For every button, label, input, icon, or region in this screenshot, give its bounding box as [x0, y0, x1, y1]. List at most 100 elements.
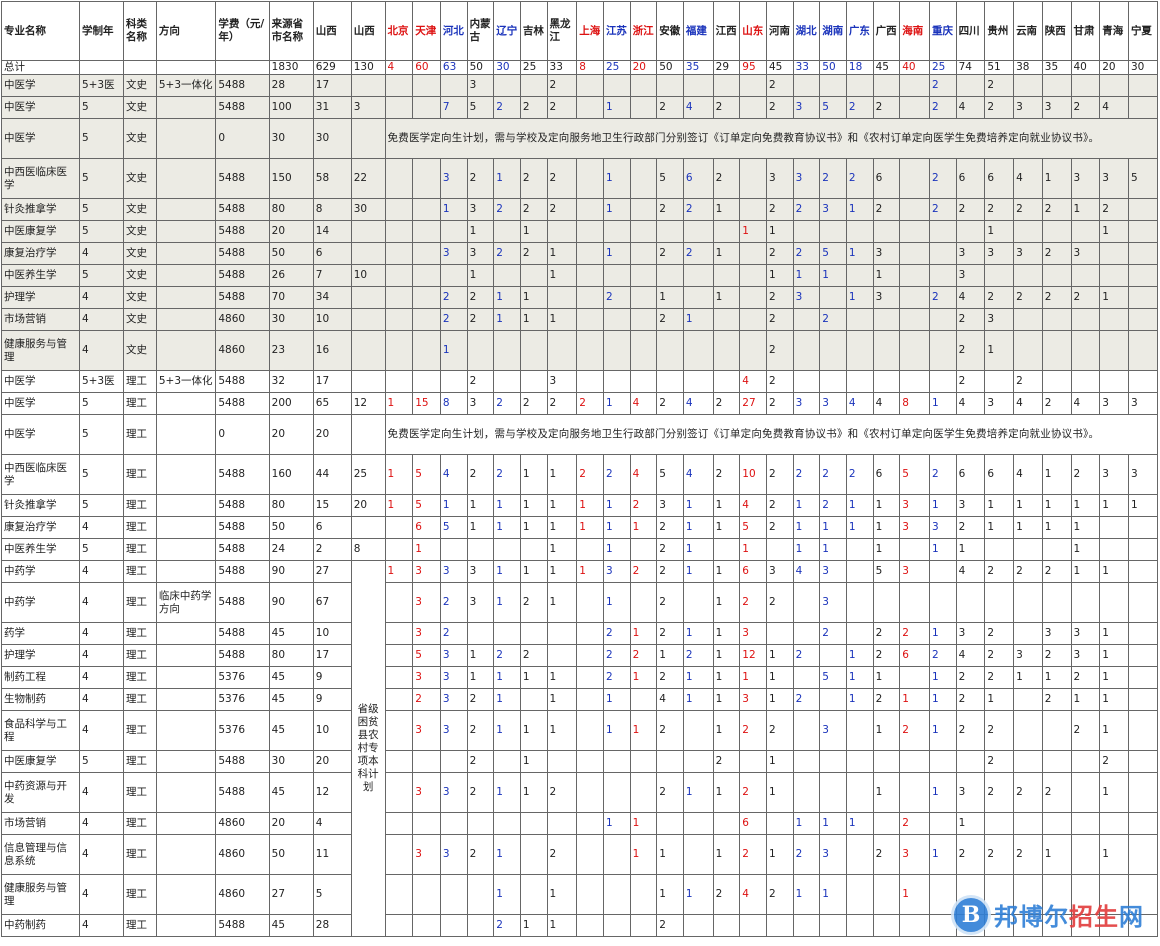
province-quota-cell: 5	[439, 516, 468, 539]
province-quota-cell	[792, 330, 821, 371]
province-quota-cell: 5	[899, 454, 930, 495]
province-quota-cell: 2	[899, 710, 930, 751]
province-quota-cell: 1	[546, 494, 578, 517]
province-quota-cell: 3	[412, 560, 441, 583]
province-quota-cell: 1	[519, 308, 548, 331]
province-quota-cell: 1	[845, 494, 874, 517]
shanxi-cell: 15	[312, 494, 352, 517]
direction-cell	[155, 96, 217, 119]
province-quota-cell: 2	[928, 74, 957, 97]
major-name-cell: 中药资源与开发	[1, 772, 80, 813]
province-quota-cell: 5	[819, 666, 847, 689]
total-cell	[215, 60, 270, 75]
province-quota-cell: 3	[1127, 454, 1159, 495]
province-quota-cell	[519, 538, 548, 561]
province-quota-cell: 2	[1070, 286, 1101, 309]
province-quota-cell	[928, 264, 957, 287]
province-quota-cell: 1	[493, 772, 521, 813]
province-quota-cell: 1	[872, 264, 901, 287]
province-quota-cell	[412, 286, 441, 309]
table-row: 药学 4 理工 5488 45 10 3 2 2 1 2 1 1 3 2 2 2 1 3 2 3 3 1	[1, 622, 1159, 645]
province-quota-cell: 1	[682, 560, 714, 583]
province-quota-cell	[739, 242, 767, 265]
shanxi-cell: 6	[312, 242, 352, 265]
table-row: 中医康复学 5 理工 5488 30 20 2 1 2 1 2 2	[1, 750, 1159, 773]
province-quota-cell	[656, 330, 684, 371]
province-quota-cell: 2	[984, 666, 1015, 689]
province-quota-cell: 1	[493, 560, 521, 583]
province-quota-cell	[792, 308, 821, 331]
total-plan-cell: 50	[268, 242, 314, 265]
major-name-cell: 中药学	[1, 560, 80, 583]
province-quota-cell: 3	[439, 688, 468, 711]
province-quota-cell	[845, 834, 874, 875]
province-quota-cell	[1013, 750, 1043, 773]
province-quota-cell	[629, 582, 658, 623]
province-quota-cell: 3	[819, 198, 847, 221]
province-quota-cell: 1	[629, 666, 658, 689]
province-quota-cell: 6	[739, 812, 767, 835]
column-header: 山西	[312, 1, 352, 61]
table-row: 针灸推拿学 5 理工 5488 80 15 20 1 5 1 1 1 1 1 1 1 2 3 1 1 4 2 1 2 1 1 3 1 3…	[1, 494, 1159, 517]
province-quota-cell: 1	[466, 666, 495, 689]
direction-cell	[155, 308, 217, 331]
province-quota-cell	[576, 96, 604, 119]
province-quota-cell	[576, 710, 604, 751]
years-cell: 5	[78, 750, 125, 773]
province-quota-cell	[602, 264, 631, 287]
province-quota-cell: 5	[819, 242, 847, 265]
column-header: 江西	[712, 1, 741, 61]
province-quota-cell: 2	[1070, 96, 1101, 119]
total-cell: 51	[984, 60, 1015, 75]
province-quota-cell	[712, 74, 741, 97]
province-quota-cell: 3	[899, 516, 930, 539]
province-quota-cell: 5	[412, 644, 441, 667]
province-quota-cell	[466, 330, 495, 371]
column-header: 科类名称	[123, 1, 157, 61]
column-header: 青海	[1099, 1, 1129, 61]
province-quota-cell: 1	[466, 516, 495, 539]
province-quota-cell	[899, 582, 930, 623]
column-header: 湖南	[819, 1, 847, 61]
province-quota-cell: 2	[493, 96, 521, 119]
province-quota-cell	[984, 538, 1015, 561]
province-quota-cell	[765, 914, 794, 937]
province-quota-cell: 6	[955, 158, 986, 199]
province-quota-cell: 2	[1013, 370, 1043, 393]
province-quota-cell: 3	[955, 494, 986, 517]
shanxi-cell: 12	[312, 772, 352, 813]
province-quota-cell	[629, 772, 658, 813]
province-quota-cell	[682, 264, 714, 287]
province-quota-cell: 2	[602, 454, 631, 495]
province-quota-cell	[1127, 370, 1159, 393]
province-quota-cell: 3	[819, 710, 847, 751]
special-plan-label: 省级困贫县农村专项本科计划	[357, 703, 379, 793]
total-cell: 35	[682, 60, 714, 75]
province-quota-cell	[819, 772, 847, 813]
province-quota-cell: 1	[1041, 666, 1072, 689]
category-cell: 文史	[123, 242, 157, 265]
province-quota-cell: 1	[712, 560, 741, 583]
province-quota-cell: 1	[519, 666, 548, 689]
direction-cell	[155, 688, 217, 711]
province-quota-cell	[466, 874, 495, 915]
province-quota-cell: 1	[928, 834, 957, 875]
province-quota-cell: 1	[629, 622, 658, 645]
province-quota-cell	[576, 74, 604, 97]
province-quota-cell	[629, 220, 658, 243]
province-quota-cell	[1013, 264, 1043, 287]
province-quota-cell: 1	[682, 538, 714, 561]
province-quota-cell: 1	[1070, 688, 1101, 711]
major-name-cell: 健康服务与管理	[1, 330, 80, 371]
province-quota-cell: 1	[955, 812, 986, 835]
province-quota-cell	[845, 772, 874, 813]
column-header: 来源省市名称	[268, 1, 314, 61]
province-quota-cell: 6	[412, 516, 441, 539]
table-row: 针灸推拿学 5 文史 5488 80 8 30 1 3 2 2 2 1 2 2 1 2 2 3 1 2 2 2 2 2 2 1 2	[1, 198, 1159, 221]
province-quota-cell: 2	[955, 834, 986, 875]
province-quota-cell	[792, 710, 821, 751]
special-plan-cell: 省级困贫县农村专项本科计划	[350, 560, 386, 937]
province-quota-cell	[712, 330, 741, 371]
province-quota-cell	[412, 308, 441, 331]
years-cell: 5	[78, 96, 125, 119]
